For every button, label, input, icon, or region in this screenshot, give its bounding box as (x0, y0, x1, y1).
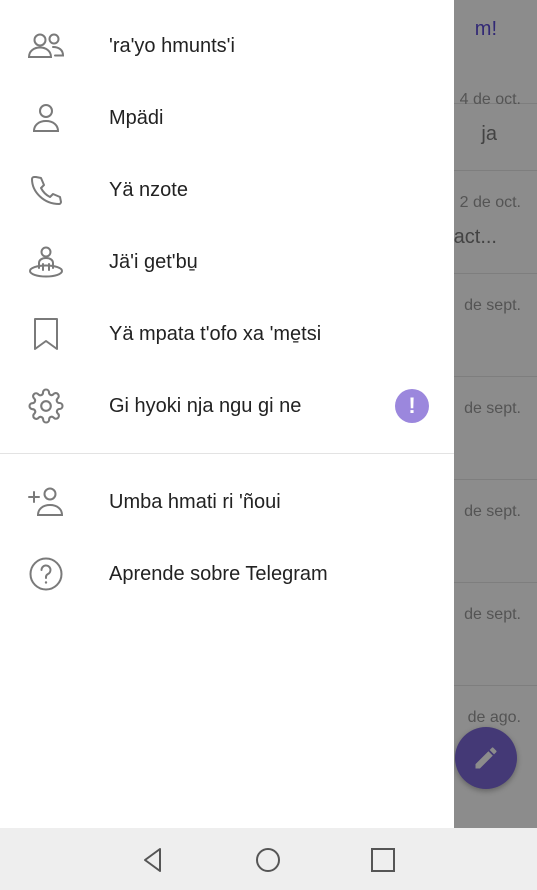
recents-icon[interactable] (368, 845, 398, 875)
menu-item-label: Aprende sobre Telegram (109, 562, 328, 585)
menu-item-invite-friends[interactable]: Umba hmati ri 'ñoui (0, 466, 454, 538)
menu-item-contacts[interactable]: Mpädi (0, 82, 454, 154)
divider (0, 453, 454, 454)
menu-item-label: Jä'i get'bu̱ (109, 250, 198, 273)
add-person-icon (24, 480, 68, 524)
menu-item-label: Gi hyoki nja ngu gi ne (109, 394, 302, 417)
menu-item-label: Yä mpata t'ofo xa 'me̱tsi (109, 322, 322, 345)
people-nearby-icon (24, 240, 68, 284)
home-icon[interactable] (253, 845, 283, 875)
menu-item-people-nearby[interactable]: Jä'i get'bu̱ (0, 226, 454, 298)
menu-item-telegram-faq[interactable]: Aprende sobre Telegram (0, 538, 454, 610)
alert-badge: ! (395, 389, 429, 423)
menu-item-new-group[interactable]: 'ra'yo hmunts'i (0, 10, 454, 82)
phone-icon (24, 168, 68, 212)
back-icon[interactable] (138, 845, 168, 875)
menu-item-label: 'ra'yo hmunts'i (109, 34, 235, 57)
question-icon (24, 552, 68, 596)
menu-item-settings[interactable]: Gi hyoki nja ngu gi ne ! (0, 370, 454, 442)
menu-item-calls[interactable]: Yä nzote (0, 154, 454, 226)
menu-item-label: Yä nzote (109, 178, 188, 201)
menu-item-label: Umba hmati ri 'ñoui (109, 490, 281, 513)
system-navigation-bar (0, 828, 537, 890)
gear-icon (24, 384, 68, 428)
menu-item-label: Mpädi (109, 106, 164, 129)
group-icon (24, 24, 68, 68)
person-icon (24, 96, 68, 140)
menu-item-saved-messages[interactable]: Yä mpata t'ofo xa 'me̱tsi (0, 298, 454, 370)
bookmark-icon (24, 312, 68, 356)
navigation-drawer: 'ra'yo hmunts'i Mpädi Yä nzote Jä'i get'… (0, 0, 454, 828)
